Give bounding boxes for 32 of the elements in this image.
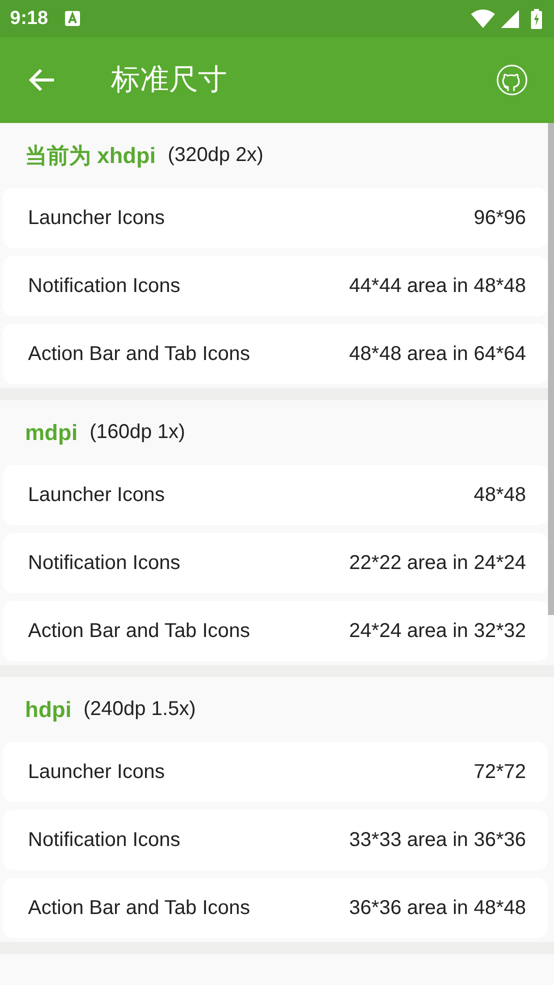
- icon-size: 96*96: [474, 206, 526, 230]
- icon-type: Action Bar and Tab Icons: [28, 342, 250, 366]
- icon-type: Launcher Icons: [28, 206, 165, 230]
- density-name: hdpi: [25, 696, 72, 722]
- github-button[interactable]: [496, 64, 528, 96]
- icon-type: Action Bar and Tab Icons: [28, 896, 250, 920]
- icon-size: 48*48 area in 64*64: [349, 342, 526, 366]
- density-name: mdpi: [25, 420, 78, 446]
- icon-size: 44*44 area in 48*48: [349, 274, 526, 298]
- icon-type: Notification Icons: [28, 274, 180, 298]
- icon-type: Action Bar and Tab Icons: [28, 620, 250, 642]
- icon-size: 48*48: [474, 484, 526, 506]
- icon-type: Launcher Icons: [28, 760, 165, 784]
- battery-icon: [531, 8, 542, 28]
- status-time: 9:18: [10, 8, 48, 30]
- notification-icon: [65, 11, 80, 26]
- icon-size: 33*33 area in 36*36: [349, 828, 526, 852]
- icon-size: 22*22 area in 24*24: [349, 552, 526, 574]
- signal-icon: [501, 10, 519, 28]
- density-detail: (320dp 2x): [168, 144, 264, 167]
- icon-size: 24*24 area in 32*32: [349, 620, 526, 642]
- density-detail: (160dp 1x): [90, 421, 186, 444]
- back-button[interactable]: [28, 68, 56, 92]
- icon-size: 72*72: [474, 760, 526, 784]
- icon-type: Notification Icons: [28, 552, 180, 574]
- icon-size: 36*36 area in 48*48: [349, 896, 526, 920]
- density-detail: (240dp 1.5x): [83, 698, 196, 721]
- density-name: 当前为 xhdpi: [25, 142, 156, 170]
- toolbar-title: 标准尺寸: [111, 63, 228, 98]
- icon-type: Launcher Icons: [28, 484, 165, 506]
- wifi-icon: [471, 9, 495, 28]
- icon-type: Notification Icons: [28, 828, 180, 852]
